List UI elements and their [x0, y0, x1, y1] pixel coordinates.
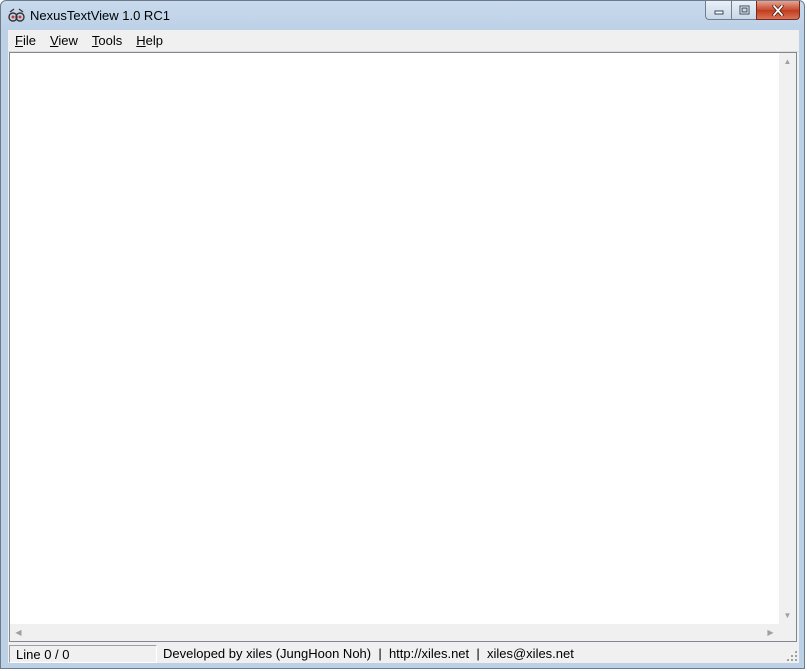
- app-icon[interactable]: [8, 7, 25, 24]
- minimize-icon: [714, 10, 723, 15]
- text-view-area[interactable]: ▲ ▼ ◀ ▶: [9, 52, 797, 642]
- status-bar: Line 0 / 0 Developed by xiles (JungHoon …: [8, 643, 799, 663]
- menu-file[interactable]: File: [8, 31, 43, 50]
- menu-file-accel: F: [15, 33, 23, 48]
- menu-tools-label: ools: [98, 33, 123, 48]
- menu-help[interactable]: Help: [129, 31, 170, 50]
- menu-view-label: iew: [58, 33, 78, 48]
- size-grip-icon[interactable]: [785, 649, 799, 663]
- menu-bar: File View Tools Help: [8, 30, 799, 52]
- menu-help-accel: H: [136, 33, 146, 48]
- scroll-left-arrow-icon[interactable]: ◀: [10, 624, 27, 641]
- scroll-up-arrow-icon[interactable]: ▲: [779, 53, 796, 70]
- scroll-down-arrow-icon[interactable]: ▼: [779, 607, 796, 624]
- close-button[interactable]: [756, 1, 800, 20]
- vertical-scrollbar[interactable]: ▲ ▼: [779, 53, 796, 624]
- menu-tools[interactable]: Tools: [85, 31, 129, 50]
- menu-file-label: ile: [22, 33, 36, 48]
- maximize-button[interactable]: [731, 1, 756, 20]
- main-window: NexusTextView 1.0 RC1 File View Tools He…: [0, 0, 805, 669]
- maximize-icon: [739, 5, 749, 15]
- horizontal-scrollbar[interactable]: ◀ ▶: [10, 624, 779, 641]
- scroll-right-arrow-icon[interactable]: ▶: [762, 624, 779, 641]
- client-area: File View Tools Help ▲ ▼ ◀ ▶ Line 0 / 0 …: [8, 30, 799, 663]
- close-icon: [772, 4, 784, 16]
- caption-buttons: [705, 1, 800, 21]
- window-title: NexusTextView 1.0 RC1: [30, 8, 170, 23]
- title-bar[interactable]: NexusTextView 1.0 RC1: [1, 1, 806, 30]
- status-developer-info: Developed by xiles (JungHoon Noh) | http…: [163, 646, 574, 661]
- menu-help-label: elp: [145, 33, 164, 48]
- minimize-button[interactable]: [705, 1, 731, 20]
- status-line-count: Line 0 / 0: [9, 645, 157, 663]
- menu-view[interactable]: View: [43, 31, 85, 50]
- scrollbar-corner: [779, 624, 796, 641]
